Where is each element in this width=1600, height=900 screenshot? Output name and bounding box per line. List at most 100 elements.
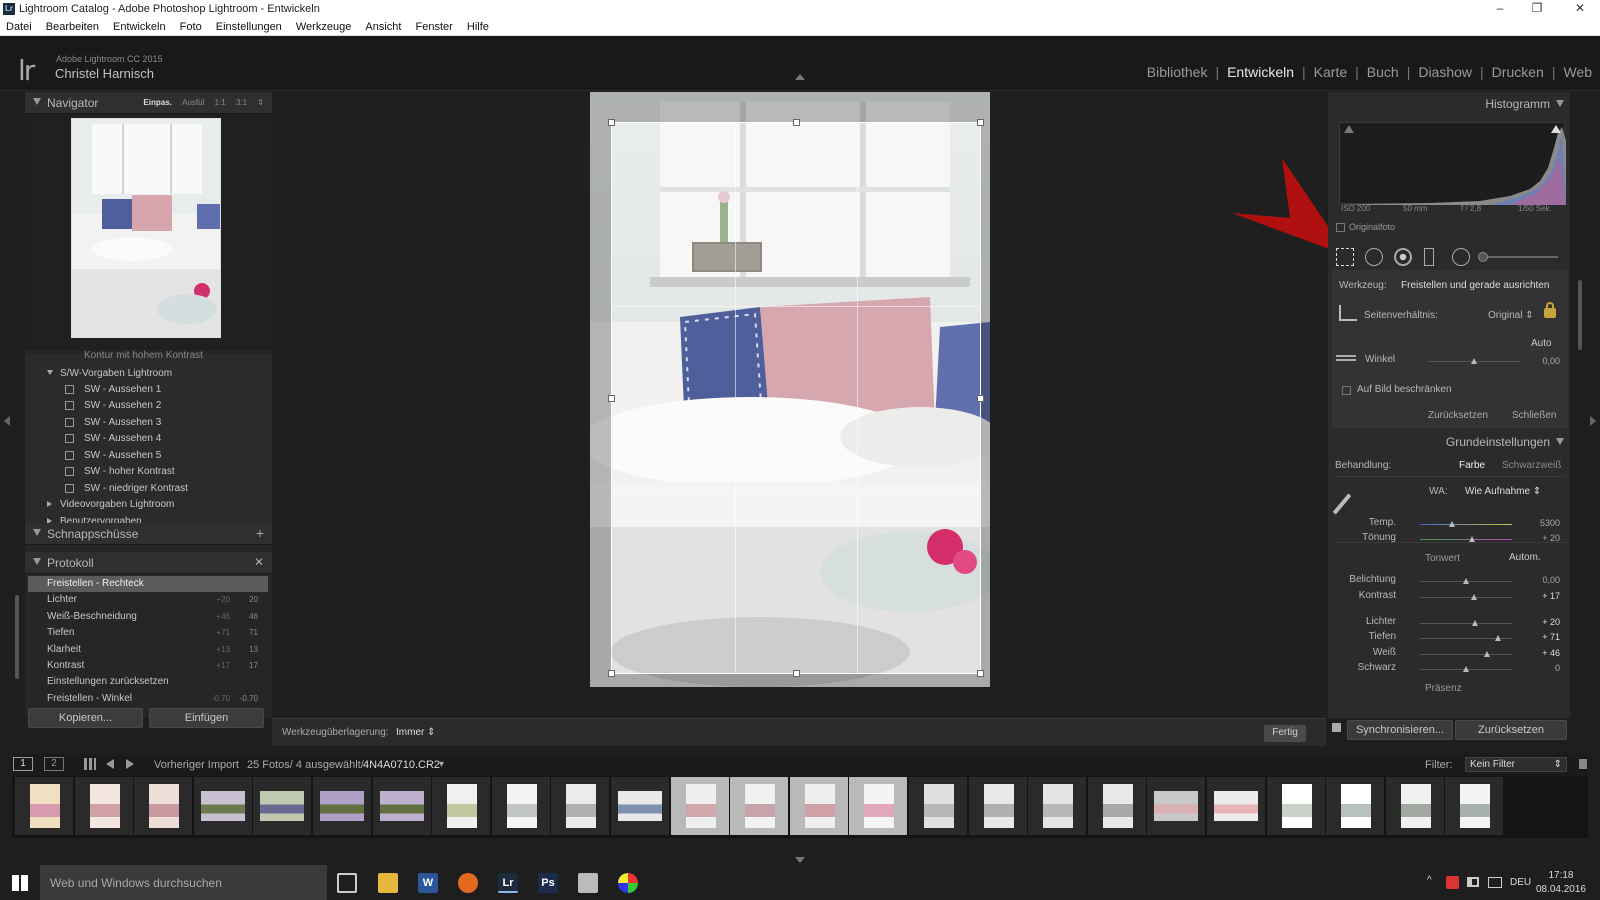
preset-item[interactable]: SW - hoher Kontrast (25, 464, 272, 480)
module-web[interactable]: Web (1555, 64, 1600, 80)
menu-hilfe[interactable]: Hilfe (461, 18, 494, 33)
slider-track[interactable] (1420, 539, 1512, 540)
zoom-fit[interactable]: Einpas. (143, 98, 171, 107)
copy-settings-button[interactable]: Kopieren... (28, 708, 143, 728)
tray-overflow-icon[interactable]: ^ (1427, 875, 1432, 886)
slider-value[interactable]: 0,00 (1520, 575, 1560, 585)
slider-value[interactable]: + 46 (1520, 648, 1560, 658)
history-header[interactable]: Protokoll ✕ (25, 552, 272, 574)
collapse-triangle-icon[interactable] (33, 558, 41, 565)
history-item[interactable]: Freistellen - Rechteck (28, 576, 268, 592)
histogram-graph[interactable] (1339, 122, 1566, 205)
filmstrip-thumbnail[interactable] (193, 777, 252, 835)
close-window-button[interactable]: ✕ (1565, 1, 1595, 17)
minimize-button[interactable]: – (1485, 1, 1515, 17)
filmstrip-thumbnail[interactable] (1445, 777, 1504, 835)
crop-handle-top[interactable] (793, 119, 800, 126)
crop-handle-bottom-left[interactable] (608, 670, 615, 677)
slider-value[interactable]: 0 (1520, 663, 1560, 673)
crop-rectangle[interactable] (608, 119, 984, 677)
left-panel-scrollbar[interactable] (15, 595, 19, 679)
filmstrip-thumbnail[interactable] (432, 777, 491, 835)
add-snapshot-icon[interactable]: + (256, 525, 264, 541)
aspect-ratio-select[interactable]: Original ⇕ (1488, 310, 1534, 321)
treatment-color-button[interactable]: Farbe (1459, 460, 1485, 471)
slider-thumb[interactable] (1469, 536, 1476, 542)
module-buch[interactable]: Buch (1359, 64, 1407, 80)
menu-datei[interactable]: Datei (0, 18, 37, 33)
navigator-header[interactable]: Navigator Einpas. Ausfül 1:1 3:1 ⇕ (25, 92, 272, 114)
slider-thumb[interactable] (1471, 594, 1478, 600)
history-item[interactable]: Kontrast +17 17 (28, 658, 268, 674)
crop-overlay-tool-icon[interactable] (1336, 248, 1354, 266)
filmstrip-thumbnail[interactable] (313, 777, 371, 835)
slider-value[interactable]: 5300 (1520, 518, 1560, 528)
crop-handle-left[interactable] (608, 395, 615, 402)
slider-value[interactable]: + 20 (1520, 533, 1560, 543)
reset-button[interactable]: Zurücksetzen (1455, 720, 1567, 740)
graduated-filter-tool-icon[interactable] (1424, 248, 1434, 266)
wb-select[interactable]: Wie Aufnahme ⇕ (1465, 486, 1541, 497)
straighten-level-icon[interactable] (1336, 355, 1356, 361)
slider-thumb[interactable] (1463, 578, 1469, 584)
menu-werkzeuge[interactable]: Werkzeuge (290, 18, 356, 33)
slider-value[interactable]: + 17 (1520, 591, 1560, 601)
clear-history-icon[interactable]: ✕ (254, 555, 264, 569)
filter-select[interactable]: Kein Filter ⇕ (1465, 757, 1567, 772)
back-arrow-icon[interactable] (106, 759, 114, 769)
slider-track[interactable] (1420, 654, 1512, 655)
module-entwickeln[interactable]: Entwickeln (1219, 64, 1302, 80)
firefox-icon[interactable] (458, 873, 478, 893)
wb-eyedropper-icon[interactable] (1332, 493, 1352, 515)
filmstrip-thumbnail[interactable] (74, 777, 133, 835)
collapse-filmstrip-icon[interactable] (795, 857, 805, 863)
spot-removal-tool-icon[interactable] (1365, 248, 1383, 266)
collapse-triangle-icon[interactable] (33, 98, 41, 105)
angle-value[interactable]: 0,00 (1520, 356, 1560, 366)
main-photo-crop-view[interactable] (590, 92, 990, 687)
shadow-clipping-icon[interactable] (1344, 125, 1354, 133)
preset-item[interactable]: SW - Aussehen 4 (25, 431, 272, 447)
filmstrip-thumbnail[interactable] (134, 777, 193, 835)
windows-start-icon[interactable] (12, 875, 28, 891)
adjustment-brush-icon[interactable] (1478, 252, 1488, 262)
collapse-triangle-icon[interactable] (1556, 100, 1564, 107)
histogram-header[interactable]: Histogramm (1328, 92, 1570, 114)
photoshop-taskbar-icon[interactable]: Ps (538, 873, 558, 893)
filmstrip-thumbnail[interactable] (909, 777, 967, 835)
slider-track[interactable] (1420, 597, 1512, 598)
filmstrip-thumbnail[interactable] (1087, 777, 1146, 835)
filmstrip-thumbnail[interactable] (1385, 777, 1444, 835)
menu-einstellungen[interactable]: Einstellungen (210, 18, 287, 33)
adjustment-brush-slider[interactable] (1478, 256, 1558, 258)
tray-notifications-icon[interactable] (1488, 877, 1502, 888)
history-item[interactable]: Lichter +20 20 (28, 592, 268, 608)
filmstrip-thumbnail[interactable] (1028, 777, 1087, 835)
word-icon[interactable]: W (418, 873, 438, 893)
filmstrip-thumbnail[interactable] (491, 777, 550, 835)
slider-thumb[interactable] (1449, 521, 1456, 527)
filmstrip-thumbnail[interactable] (1207, 777, 1265, 835)
filmstrip-thumbnail[interactable] (1326, 777, 1385, 835)
history-item[interactable]: Tiefen +71 71 (28, 625, 268, 641)
filmstrip-thumbnail[interactable] (968, 777, 1027, 835)
filmstrip-source[interactable]: Vorheriger Import (154, 759, 239, 771)
filmstrip-thumbnail[interactable] (253, 777, 312, 835)
crop-handle-top-left[interactable] (608, 119, 615, 126)
module-bibliothek[interactable]: Bibliothek (1139, 64, 1216, 80)
navigator-preview-image[interactable] (71, 118, 221, 338)
lightroom-taskbar-icon[interactable]: Lr (498, 873, 518, 893)
sync-button[interactable]: Synchronisieren... (1347, 720, 1453, 740)
collapse-right-panel-icon[interactable] (1590, 416, 1596, 426)
collapse-triangle-icon[interactable] (1556, 438, 1564, 445)
tool-overlay-select[interactable]: Immer ⇕ (396, 727, 436, 738)
menu-bearbeiten[interactable]: Bearbeiten (40, 18, 104, 33)
taskbar-search[interactable]: Web und Windows durchsuchen (40, 865, 327, 900)
crop-handle-bottom-right[interactable] (977, 670, 984, 677)
zoom-3-1[interactable]: 3:1 (236, 98, 247, 107)
angle-slider-thumb[interactable] (1471, 358, 1477, 364)
constrain-to-image-checkbox[interactable] (1342, 386, 1351, 395)
crop-handle-bottom[interactable] (793, 670, 800, 677)
filmstrip-thumbnail[interactable] (730, 777, 789, 835)
history-item[interactable]: Weiß-Beschneidung +46 46 (28, 609, 268, 625)
